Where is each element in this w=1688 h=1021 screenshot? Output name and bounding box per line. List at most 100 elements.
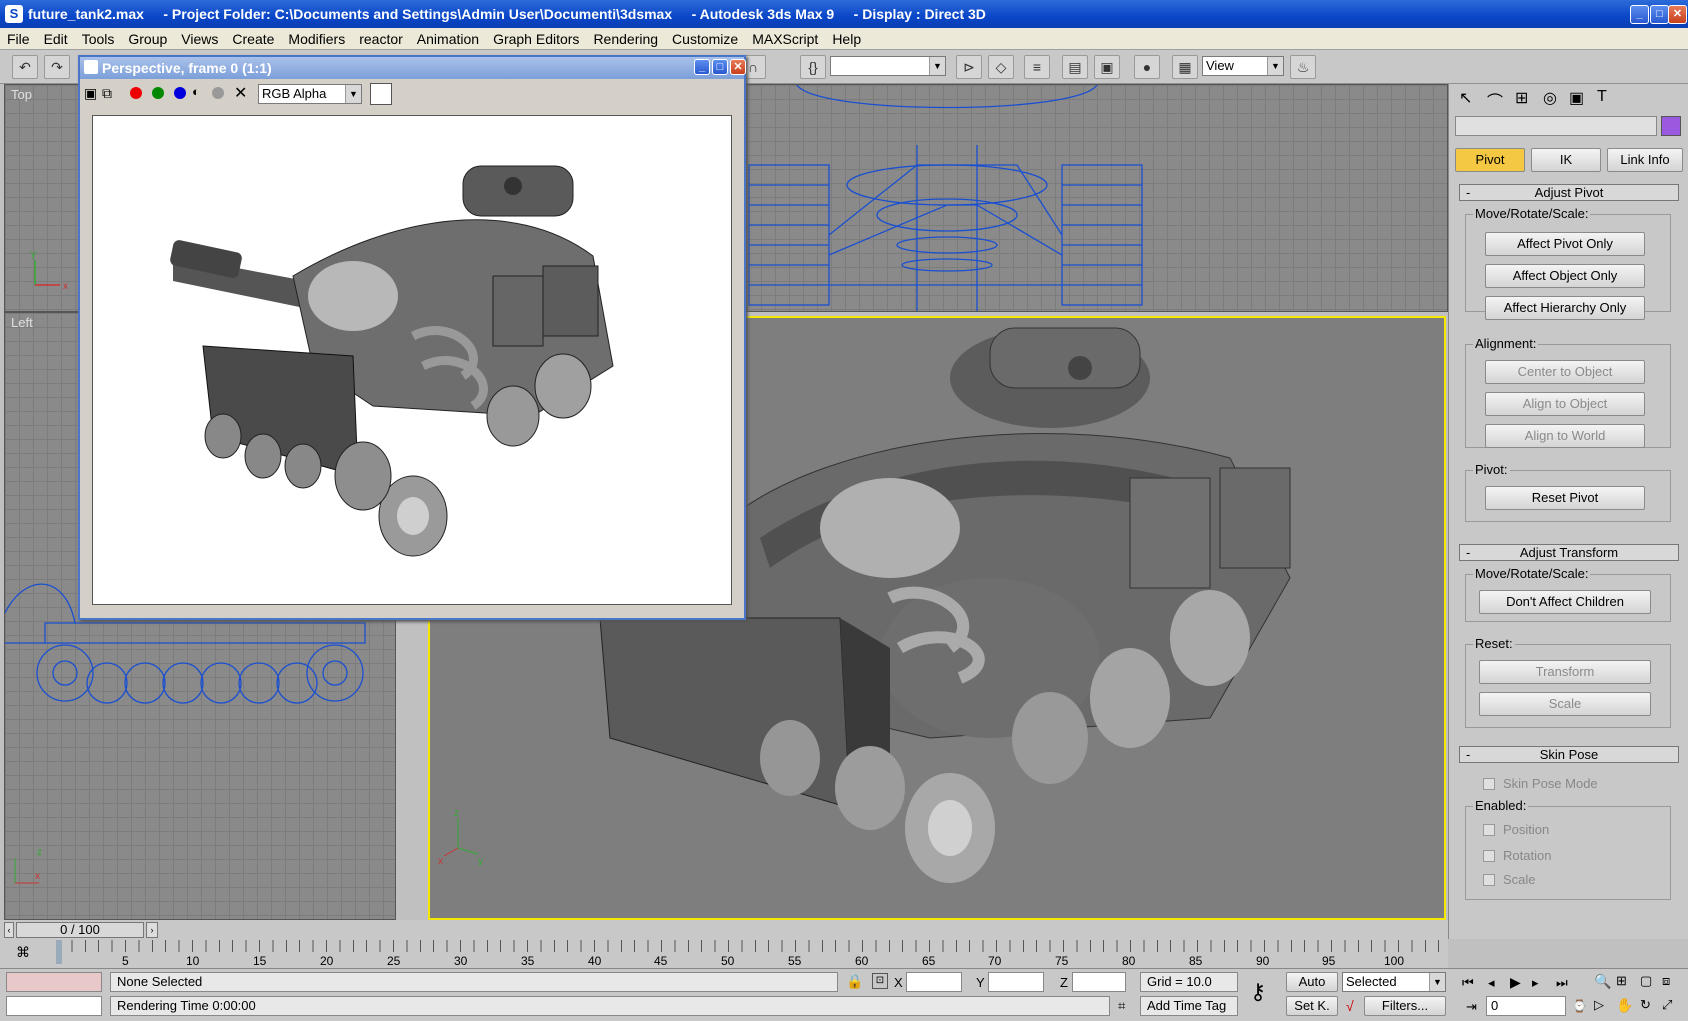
maxscript-listener-mini[interactable] <box>6 972 102 992</box>
clear-icon[interactable]: ✕ <box>234 83 247 103</box>
menu-rendering[interactable]: Rendering <box>586 31 665 47</box>
curve-editor-icon[interactable]: ▤ <box>1062 55 1088 79</box>
arc-rotate-icon[interactable]: ↻ <box>1640 997 1651 1013</box>
create-tab-icon[interactable]: ↖ <box>1459 88 1472 108</box>
affect-hierarchy-only-button[interactable]: Affect Hierarchy Only <box>1485 296 1645 320</box>
zoom-extents-icon[interactable]: ▢ <box>1640 973 1652 989</box>
rollout-skin-pose[interactable]: - Skin Pose <box>1459 746 1679 763</box>
menu-views[interactable]: Views <box>174 31 225 47</box>
named-selection-icon[interactable]: {} <box>800 55 826 79</box>
play-icon[interactable]: ▶ <box>1510 974 1521 991</box>
chevron-left-icon[interactable]: ‹ <box>4 922 14 938</box>
viewport-label-left[interactable]: Left <box>11 315 33 330</box>
3dsmax-logo-icon[interactable]: S <box>5 5 23 23</box>
close-icon[interactable]: ✕ <box>730 59 746 75</box>
set-key-icon[interactable]: ⚷ <box>1250 979 1266 1005</box>
modify-tab-icon[interactable]: ⌒ <box>1487 88 1503 112</box>
menu-file[interactable]: File <box>0 31 37 47</box>
dont-affect-children-button[interactable]: Don't Affect Children <box>1479 590 1651 614</box>
close-icon[interactable]: ✕ <box>1668 5 1687 24</box>
absolute-mode-icon[interactable]: ⊡ <box>872 973 888 989</box>
channel-select[interactable]: RGB Alpha ▼ <box>258 84 362 104</box>
go-to-start-icon[interactable]: ⏮ <box>1462 975 1474 991</box>
color-swatch[interactable] <box>370 83 392 105</box>
menu-help[interactable]: Help <box>825 31 868 47</box>
named-selection-combo[interactable]: ▼ <box>830 56 946 76</box>
undo-icon[interactable]: ↶ <box>12 55 38 79</box>
menu-maxscript[interactable]: MAXScript <box>745 31 825 47</box>
zoom-icon[interactable]: 🔍 <box>1594 973 1611 990</box>
reset-scale-button[interactable]: Scale <box>1479 692 1651 716</box>
tab-link-info[interactable]: Link Info <box>1607 148 1683 172</box>
menu-edit[interactable]: Edit <box>37 31 75 47</box>
scale-checkbox[interactable]: Scale <box>1483 872 1536 887</box>
rollout-adjust-transform[interactable]: - Adjust Transform <box>1459 544 1679 561</box>
redo-icon[interactable]: ↷ <box>44 55 70 79</box>
rollout-adjust-pivot[interactable]: - Adjust Pivot <box>1459 184 1679 201</box>
object-color-swatch[interactable] <box>1661 116 1681 136</box>
maximize-icon[interactable]: □ <box>1650 5 1669 24</box>
blue-channel-icon[interactable] <box>174 87 186 99</box>
zoom-all-icon[interactable]: ⊞ <box>1616 973 1627 989</box>
motion-tab-icon[interactable]: ◎ <box>1543 88 1557 108</box>
set-key-button[interactable]: Set K. <box>1286 996 1338 1016</box>
green-channel-icon[interactable] <box>152 87 164 99</box>
viewport-label-top[interactable]: Top <box>11 87 32 102</box>
position-checkbox[interactable]: Position <box>1483 822 1549 837</box>
reset-transform-button[interactable]: Transform <box>1479 660 1651 684</box>
track-bar[interactable] <box>58 940 1448 952</box>
zoom-extents-all-icon[interactable]: ⧈ <box>1662 973 1670 989</box>
red-channel-icon[interactable] <box>130 87 142 99</box>
align-icon[interactable]: ◇ <box>988 55 1014 79</box>
previous-frame-icon[interactable]: ◂ <box>1488 975 1495 991</box>
layer-manager-icon[interactable]: ≡ <box>1024 55 1050 79</box>
menu-animation[interactable]: Animation <box>410 31 486 47</box>
reset-pivot-button[interactable]: Reset Pivot <box>1485 486 1645 510</box>
menu-modifiers[interactable]: Modifiers <box>281 31 352 47</box>
minimize-icon[interactable]: _ <box>1630 5 1649 24</box>
menu-group[interactable]: Group <box>121 31 174 47</box>
alpha-channel-icon[interactable]: ◐ <box>192 84 200 99</box>
tab-ik[interactable]: IK <box>1531 148 1601 172</box>
utilities-tab-icon[interactable]: T <box>1597 88 1607 106</box>
y-coordinate-field[interactable] <box>988 972 1044 992</box>
affect-object-only-button[interactable]: Affect Object Only <box>1485 264 1645 288</box>
align-to-object-button[interactable]: Align to Object <box>1485 392 1645 416</box>
mono-icon[interactable] <box>212 87 224 99</box>
key-filter-select[interactable]: Selected ▼ <box>1342 972 1446 992</box>
rotation-checkbox[interactable]: Rotation <box>1483 848 1551 863</box>
auto-key-button[interactable]: Auto <box>1286 972 1338 992</box>
menu-tools[interactable]: Tools <box>75 31 122 47</box>
mirror-icon[interactable]: ⊳ <box>956 55 982 79</box>
time-slider[interactable]: 0 / 100 <box>16 922 144 938</box>
key-mode-icon[interactable]: √ <box>1346 998 1354 1014</box>
menu-create[interactable]: Create <box>225 31 281 47</box>
time-configuration-icon[interactable]: ⌚ <box>1572 999 1587 1013</box>
clone-icon[interactable]: ⧉ <box>102 85 112 102</box>
object-name-field[interactable] <box>1455 116 1657 136</box>
display-tab-icon[interactable]: ▣ <box>1569 88 1584 108</box>
z-coordinate-field[interactable] <box>1072 972 1126 992</box>
tab-pivot[interactable]: Pivot <box>1455 148 1525 172</box>
rendered-frame-window[interactable]: Perspective, frame 0 (1:1) _ □ ✕ ▣ ⧉ ◐ ✕… <box>78 55 746 620</box>
field-of-view-icon[interactable]: ▷ <box>1594 997 1604 1013</box>
schematic-view-icon[interactable]: ▣ <box>1094 55 1120 79</box>
key-mode-toggle-icon[interactable]: ⇥ <box>1466 999 1477 1015</box>
pan-hand-icon[interactable]: ✋ <box>1616 997 1633 1014</box>
chevron-right-icon[interactable]: › <box>146 922 158 938</box>
hierarchy-tab-icon[interactable]: ⊞ <box>1515 88 1528 108</box>
maximize-viewport-icon[interactable]: ⤢ <box>1662 997 1672 1013</box>
minimize-icon[interactable]: _ <box>694 59 710 75</box>
lock-icon[interactable]: 🔒 <box>846 973 863 990</box>
add-time-tag-button[interactable]: Add Time Tag <box>1140 996 1238 1016</box>
render-scene-icon[interactable]: ▦ <box>1172 55 1198 79</box>
menu-graph-editors[interactable]: Graph Editors <box>486 31 586 47</box>
maxscript-input[interactable] <box>6 996 102 1016</box>
quick-render-teapot-icon[interactable]: ♨ <box>1290 55 1316 79</box>
align-to-world-button[interactable]: Align to World <box>1485 424 1645 448</box>
filters-button[interactable]: Filters... <box>1364 996 1446 1016</box>
skin-pose-mode-checkbox[interactable]: Skin Pose Mode <box>1483 776 1598 791</box>
save-icon[interactable]: ▣ <box>84 85 97 102</box>
go-to-end-icon[interactable]: ⏭ <box>1556 975 1568 991</box>
material-editor-icon[interactable]: ● <box>1134 55 1160 79</box>
